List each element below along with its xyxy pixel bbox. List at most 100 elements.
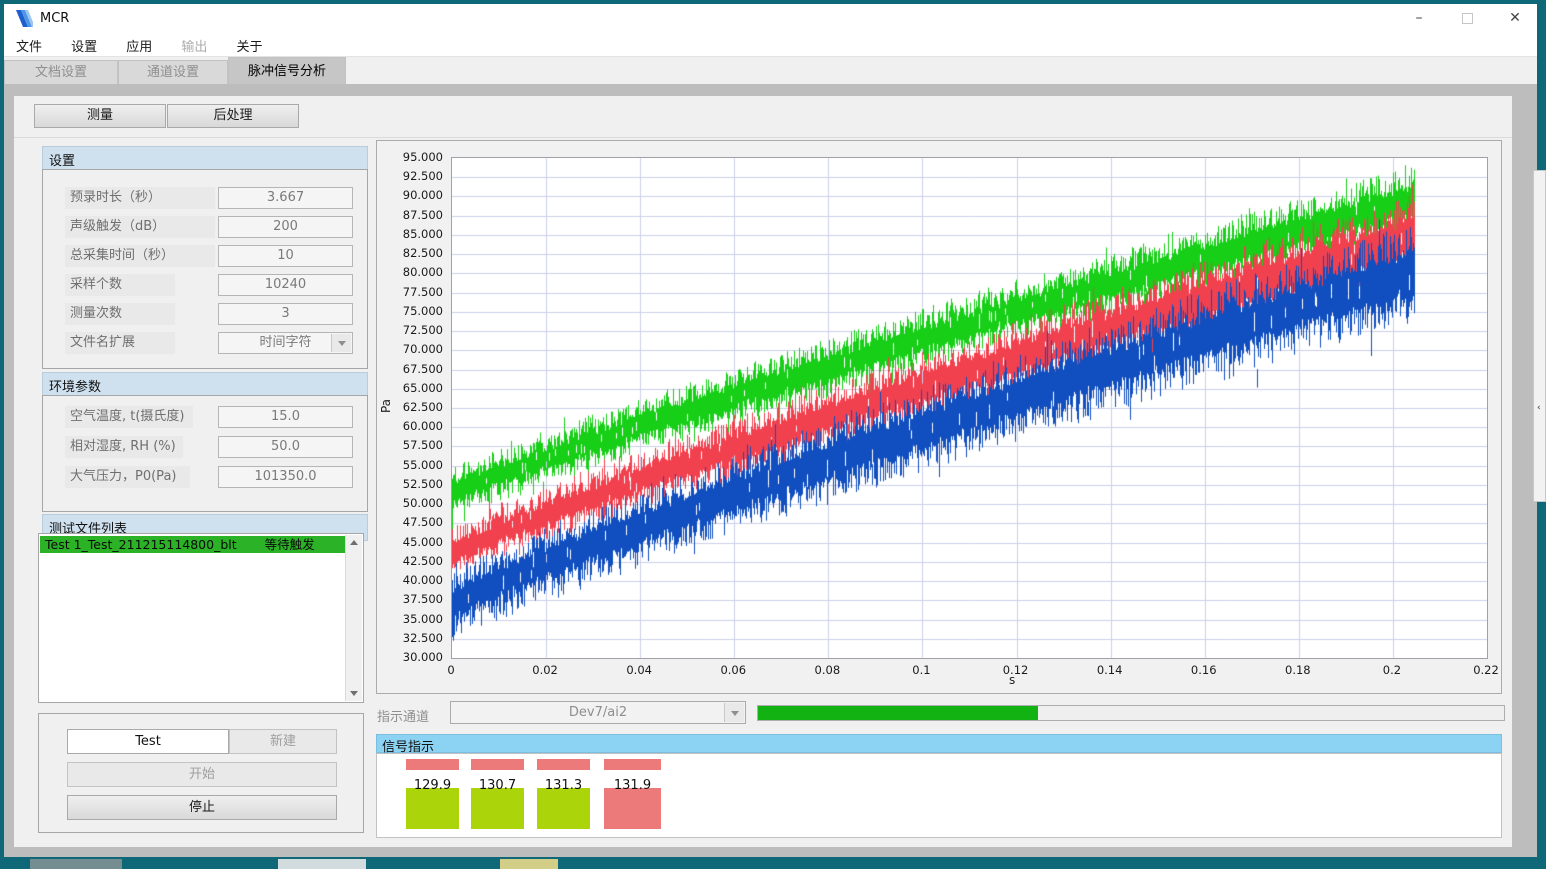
taskbar-fragment bbox=[500, 859, 558, 869]
field-label-trigger-level: 声级触发（dB） bbox=[65, 216, 215, 238]
run-controls-panel: Test 新建 开始 停止 bbox=[38, 713, 364, 833]
list-item[interactable]: Test 1_Test_211215114800_blt 等待触发 bbox=[40, 536, 346, 553]
scroll-up-icon[interactable] bbox=[350, 540, 358, 545]
signal-value: 131.3 bbox=[537, 778, 590, 793]
menu-apply[interactable]: 应用 bbox=[114, 32, 164, 59]
minimize-button[interactable]: – bbox=[1397, 4, 1441, 32]
taskbar-fragment bbox=[278, 859, 366, 869]
field-value-total-time[interactable]: 10 bbox=[218, 245, 353, 267]
y-tick-label: 35.000 bbox=[379, 612, 443, 626]
y-tick-label: 92.500 bbox=[379, 169, 443, 183]
progress-fill bbox=[758, 706, 1038, 720]
x-tick-label: 0.22 bbox=[1458, 663, 1514, 677]
maximize-icon bbox=[1462, 13, 1473, 24]
dropdown-arrow-box[interactable] bbox=[331, 334, 351, 352]
dropdown-arrow-box[interactable] bbox=[724, 703, 744, 722]
x-tick-label: 0.16 bbox=[1176, 663, 1232, 677]
signal-column: 129.9 bbox=[406, 754, 459, 839]
taskbar-fragment bbox=[30, 859, 122, 869]
field-value-prerecord[interactable]: 3.667 bbox=[218, 187, 353, 209]
field-value-pressure[interactable]: 101350.0 bbox=[218, 466, 353, 488]
field-value-trigger-level[interactable]: 200 bbox=[218, 216, 353, 238]
title-bar: MCR – ✕ bbox=[4, 4, 1537, 32]
y-tick-label: 67.500 bbox=[379, 362, 443, 376]
y-tick-label: 82.500 bbox=[379, 246, 443, 260]
signal-column: 131.3 bbox=[537, 754, 590, 839]
filename-ext-value: 时间字符 bbox=[259, 335, 311, 350]
field-value-measure-times[interactable]: 3 bbox=[218, 303, 353, 325]
new-button: 新建 bbox=[229, 729, 337, 754]
list-scrollbar[interactable] bbox=[345, 535, 362, 701]
field-label-air-temp: 空气温度, t(摄氏度) bbox=[65, 406, 193, 428]
signal-block bbox=[471, 788, 524, 829]
tab-bar: 文档设置 通道设置 脉冲信号分析 bbox=[4, 57, 1537, 84]
y-tick-label: 77.500 bbox=[379, 285, 443, 299]
indicator-channel-dropdown[interactable]: Dev7/ai2 bbox=[450, 701, 746, 724]
close-button[interactable]: ✕ bbox=[1493, 4, 1537, 32]
tab-document-settings[interactable]: 文档设置 bbox=[4, 60, 118, 84]
x-tick-label: 0 bbox=[423, 663, 479, 677]
x-tick-label: 0.1 bbox=[893, 663, 949, 677]
menu-file[interactable]: 文件 bbox=[4, 32, 54, 59]
scroll-down-icon[interactable] bbox=[350, 691, 358, 696]
field-label-prerecord: 预录时长（秒） bbox=[65, 187, 215, 209]
field-value-humidity[interactable]: 50.0 bbox=[218, 436, 353, 458]
y-tick-label: 42.500 bbox=[379, 554, 443, 568]
y-tick-label: 40.000 bbox=[379, 573, 443, 587]
y-tick-label: 50.000 bbox=[379, 496, 443, 510]
signal-block bbox=[604, 788, 661, 829]
settings-panel: 预录时长（秒） 3.667 声级触发（dB） 200 总采集时间（秒） 10 采… bbox=[42, 169, 368, 369]
environment-panel: 空气温度, t(摄氏度) 15.0 相对湿度, RH (%) 50.0 大气压力… bbox=[42, 395, 368, 512]
test-name-input[interactable]: Test bbox=[67, 729, 229, 754]
y-tick-label: 37.500 bbox=[379, 592, 443, 606]
signal-value: 129.9 bbox=[406, 778, 459, 793]
indicator-channel-value: Dev7/ai2 bbox=[569, 705, 627, 720]
stop-button[interactable]: 停止 bbox=[67, 795, 337, 820]
field-label-sample-count: 采样个数 bbox=[65, 274, 175, 296]
signal-plot[interactable] bbox=[451, 157, 1488, 659]
window-title: MCR bbox=[40, 11, 69, 26]
signal-block bbox=[537, 788, 590, 829]
tab-pulse-signal-analysis[interactable]: 脉冲信号分析 bbox=[228, 57, 346, 84]
filename-ext-dropdown[interactable]: 时间字符 bbox=[218, 332, 353, 354]
menu-about[interactable]: 关于 bbox=[224, 32, 274, 59]
field-label-measure-times: 测量次数 bbox=[65, 303, 175, 325]
side-panel-handle[interactable]: ‹ bbox=[1533, 170, 1546, 502]
field-value-sample-count[interactable]: 10240 bbox=[218, 274, 353, 296]
signal-top-bar bbox=[604, 759, 661, 770]
x-tick-label: 0.08 bbox=[799, 663, 855, 677]
post-process-button[interactable]: 后处理 bbox=[167, 104, 299, 128]
test-file-list[interactable]: Test 1_Test_211215114800_blt 等待触发 bbox=[38, 533, 364, 703]
measure-button[interactable]: 测量 bbox=[34, 104, 166, 128]
maximize-button[interactable] bbox=[1445, 4, 1489, 32]
y-tick-label: 47.500 bbox=[379, 515, 443, 529]
x-tick-label: 0.12 bbox=[988, 663, 1044, 677]
field-value-air-temp[interactable]: 15.0 bbox=[218, 406, 353, 428]
chevron-down-icon bbox=[338, 341, 346, 346]
x-tick-label: 0.02 bbox=[517, 663, 573, 677]
progress-bar bbox=[757, 705, 1505, 721]
y-tick-label: 62.500 bbox=[379, 400, 443, 414]
field-label-total-time: 总采集时间（秒） bbox=[65, 245, 215, 267]
signal-indicator-header: 信号指示 bbox=[376, 734, 1502, 753]
chevron-left-icon: ‹ bbox=[1537, 403, 1541, 413]
y-tick-label: 30.000 bbox=[379, 650, 443, 664]
y-tick-label: 75.000 bbox=[379, 304, 443, 318]
chevron-down-icon bbox=[731, 711, 739, 716]
field-label-humidity: 相对湿度, RH (%) bbox=[65, 436, 183, 458]
field-label-pressure: 大气压力，P0(Pa) bbox=[65, 466, 190, 488]
signal-block bbox=[406, 788, 459, 829]
toolbar-divider bbox=[14, 137, 1512, 138]
signal-value: 131.9 bbox=[604, 778, 661, 793]
start-button: 开始 bbox=[67, 762, 337, 787]
y-tick-label: 60.000 bbox=[379, 419, 443, 433]
menu-output: 输出 bbox=[169, 32, 219, 59]
y-tick-label: 57.500 bbox=[379, 438, 443, 452]
menu-settings[interactable]: 设置 bbox=[59, 32, 109, 59]
list-item-status: 等待触发 bbox=[241, 537, 315, 552]
y-tick-label: 87.500 bbox=[379, 208, 443, 222]
desktop-background: MCR – ✕ 文件 设置 应用 输出 关于 文档设置 通道设置 脉冲信号分析 … bbox=[0, 0, 1546, 869]
y-tick-label: 90.000 bbox=[379, 188, 443, 202]
list-item-name: Test 1_Test_211215114800_blt bbox=[40, 537, 237, 552]
tab-channel-settings[interactable]: 通道设置 bbox=[118, 60, 228, 84]
